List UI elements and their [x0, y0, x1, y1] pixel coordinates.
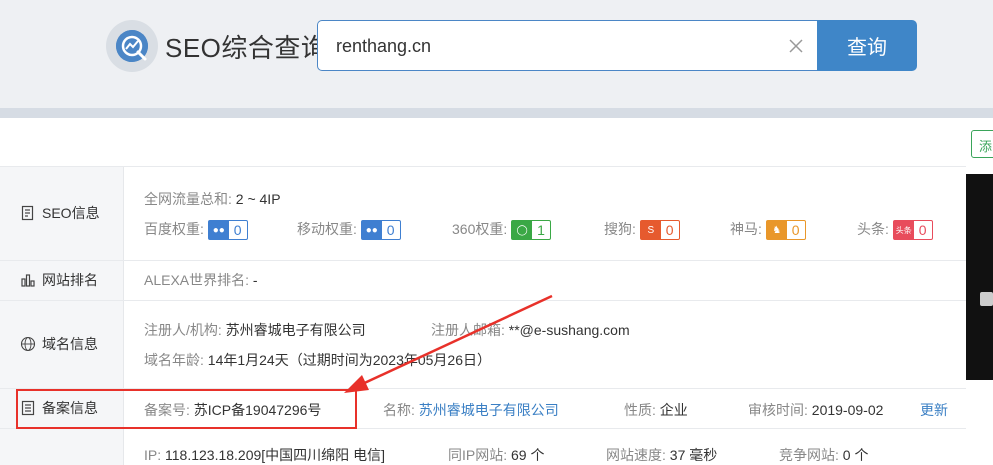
- sidebar-label-domain: 域名信息: [42, 336, 98, 352]
- bar-chart-icon: [21, 274, 35, 287]
- header-divider: [0, 108, 993, 118]
- weight-label: 搜狗:: [604, 221, 636, 237]
- icp-update-link[interactable]: 更新: [920, 400, 948, 420]
- icp-review-row: 审核时间: 2019-09-02: [748, 400, 883, 420]
- domain-age-label: 域名年龄:: [144, 352, 204, 368]
- side-advert-image[interactable]: [966, 174, 993, 380]
- clear-icon[interactable]: [786, 36, 806, 56]
- same-ip-label: 同IP网站:: [448, 447, 508, 463]
- ip-label: IP:: [144, 447, 162, 463]
- compete-label: 竞争网站:: [779, 447, 839, 463]
- traffic-label: 全网流量总和:: [144, 191, 232, 207]
- weight-label: 神马:: [730, 221, 762, 237]
- annotation-highlight-box: [16, 389, 357, 429]
- baidu-paw-icon: ●●: [208, 221, 229, 240]
- same-ip-row: 同IP网站: 69 个: [448, 445, 544, 465]
- sidebar-label-seo: SEO信息: [42, 205, 100, 221]
- registrant-label: 注册人/机构:: [144, 322, 222, 338]
- seo-logo-icon: [106, 20, 158, 72]
- toutiao-weight-badge[interactable]: 头条 0: [892, 220, 933, 241]
- icp-name-label: 名称:: [383, 402, 415, 418]
- weight-toutiao: 头条: 头条 0: [857, 219, 933, 241]
- sogou-weight-badge[interactable]: S 0: [639, 220, 680, 241]
- weight-sogou: 搜狗: S 0: [604, 219, 680, 241]
- mobile-weight-badge[interactable]: ●● 0: [360, 220, 401, 241]
- sidebar-label-rank: 网站排名: [42, 272, 98, 288]
- header: SEO综合查询 查询: [0, 0, 993, 108]
- weight-label: 百度权重:: [144, 221, 204, 237]
- add-button[interactable]: 添: [971, 130, 993, 158]
- search-button[interactable]: 查询: [817, 20, 917, 71]
- ip-value[interactable]: 118.123.18.209[中国四川绵阳 电信]: [165, 447, 385, 463]
- ip-row: IP: 118.123.18.209[中国四川绵阳 电信]: [144, 445, 385, 465]
- 360-weight-badge[interactable]: ◯ 1: [511, 220, 551, 241]
- same-ip-value[interactable]: 69 个: [511, 447, 544, 463]
- registrant-value: 苏州睿城电子有限公司: [225, 322, 366, 338]
- weight-value: 0: [791, 222, 800, 239]
- weight-label: 360权重:: [452, 221, 508, 237]
- compete-value[interactable]: 0 个: [843, 447, 869, 463]
- shenma-icon: ♞: [766, 221, 787, 240]
- icp-review-value: 2019-09-02: [811, 402, 884, 418]
- icp-name-link[interactable]: 苏州睿城电子有限公司: [419, 402, 559, 418]
- weight-shenma: 神马: ♞ 0: [730, 219, 806, 241]
- weight-label: 头条:: [857, 221, 889, 237]
- sidebar-item-rank: 网站排名: [0, 260, 124, 300]
- weight-value: 0: [665, 222, 674, 239]
- email-value: **@e-sushang.com: [508, 322, 630, 338]
- search-box[interactable]: [317, 20, 819, 71]
- alexa-label: ALEXA世界排名:: [144, 272, 250, 288]
- www-icon: [20, 336, 36, 352]
- 360-icon: ◯: [512, 221, 533, 240]
- speed-label: 网站速度:: [606, 447, 666, 463]
- shenma-weight-badge[interactable]: ♞ 0: [765, 220, 806, 241]
- speed-value: 37 毫秒: [669, 447, 718, 463]
- weight-baidu: 百度权重: ●● 0: [144, 219, 248, 241]
- alexa-row: ALEXA世界排名: -: [144, 270, 258, 290]
- weight-mobile: 移动权重: ●● 0: [297, 219, 401, 241]
- traffic-row: 全网流量总和: 2 ~ 4IP: [144, 189, 281, 209]
- icp-nature-row: 性质: 企业: [624, 400, 688, 420]
- weight-value: 0: [386, 222, 395, 239]
- email-label: 注册人邮箱:: [431, 322, 505, 338]
- icp-nature-label: 性质:: [624, 402, 656, 418]
- document-icon: [21, 205, 34, 221]
- sidebar-item-seo: SEO信息: [0, 166, 124, 260]
- icp-nature-value: 企业: [659, 402, 688, 418]
- baidu-weight-badge[interactable]: ●● 0: [207, 220, 248, 241]
- domain-age-value: 14年1月24天（过期时间为2023年05月26日）: [207, 352, 492, 368]
- domain-age-row: 域名年龄: 14年1月24天（过期时间为2023年05月26日）: [144, 350, 491, 370]
- compete-row: 竞争网站: 0 个: [779, 445, 868, 465]
- sogou-icon: S: [640, 221, 661, 240]
- traffic-value: 2 ~ 4IP: [235, 191, 281, 207]
- brand-title: SEO综合查询: [165, 33, 328, 63]
- weight-value: 0: [233, 222, 242, 239]
- sidebar-item-domain: 域名信息: [0, 300, 124, 388]
- speed-row: 网站速度: 37 毫秒: [606, 445, 717, 465]
- icp-name-row: 名称: 苏州睿城电子有限公司: [383, 400, 559, 420]
- weight-value: 0: [918, 222, 927, 239]
- toutiao-icon: 头条: [893, 221, 914, 240]
- email-row: 注册人邮箱: **@e-sushang.com: [431, 320, 630, 340]
- registrant-row: 注册人/机构: 苏州睿城电子有限公司: [144, 320, 366, 340]
- mobile-paw-icon: ●●: [361, 221, 382, 240]
- weight-360: 360权重: ◯ 1: [452, 219, 551, 241]
- alexa-value: -: [252, 272, 258, 288]
- search-input[interactable]: [336, 31, 776, 61]
- weight-label: 移动权重:: [297, 221, 357, 237]
- icp-review-label: 审核时间:: [748, 402, 808, 418]
- weight-value: 1: [537, 222, 545, 239]
